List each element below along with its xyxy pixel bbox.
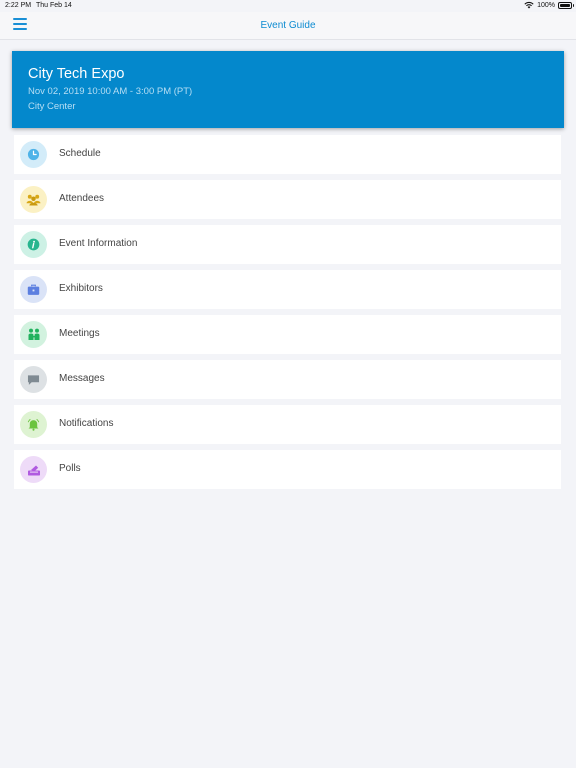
info-icon: [20, 231, 47, 258]
menu-item-event-information[interactable]: Event Information: [14, 225, 561, 264]
event-header-card[interactable]: City Tech Expo Nov 02, 2019 10:00 AM - 3…: [12, 51, 564, 128]
clock-icon: [20, 141, 47, 168]
menu-item-label: Meetings: [59, 328, 100, 339]
status-indicators: 100%: [524, 1, 574, 9]
briefcase-icon: [20, 276, 47, 303]
bell-icon: [20, 411, 47, 438]
menu-item-label: Messages: [59, 373, 105, 384]
menu-item-label: Exhibitors: [59, 283, 103, 294]
menu-item-label: Attendees: [59, 193, 105, 204]
status-time: 2:22 PM: [5, 2, 32, 9]
wifi-icon: [524, 1, 534, 9]
menu-item-label: Notifications: [59, 418, 114, 429]
menu-item-label: Event Information: [59, 238, 138, 249]
menu-item-notifications[interactable]: Notifications: [14, 405, 561, 444]
status-bar: 2:22 PM Thu Feb 14 100%: [0, 0, 576, 12]
message-icon: [20, 366, 47, 393]
event-datetime: Nov 02, 2019 10:00 AM - 3:00 PM (PT): [28, 86, 193, 97]
menu-item-label: Schedule: [59, 148, 101, 159]
battery-percent: 100%: [537, 1, 555, 9]
menu-item-label: Polls: [59, 463, 81, 474]
menu-item-attendees[interactable]: Attendees: [14, 180, 561, 219]
menu-item-polls[interactable]: Polls: [14, 450, 561, 489]
people-icon: [20, 186, 47, 213]
menu-item-messages[interactable]: Messages: [14, 360, 561, 399]
event-venue: City Center: [28, 101, 76, 112]
menu-item-exhibitors[interactable]: Exhibitors: [14, 270, 561, 309]
status-date: Thu Feb 14: [36, 2, 72, 9]
menu-item-meetings[interactable]: Meetings: [14, 315, 561, 354]
meeting-icon: [20, 321, 47, 348]
menu-item-schedule[interactable]: Schedule: [14, 135, 561, 174]
nav-bar: Event Guide: [0, 12, 576, 40]
battery-icon: [558, 1, 574, 9]
ballot-icon: [20, 456, 47, 483]
page-title: Event Guide: [260, 20, 316, 31]
event-name: City Tech Expo: [28, 66, 125, 82]
